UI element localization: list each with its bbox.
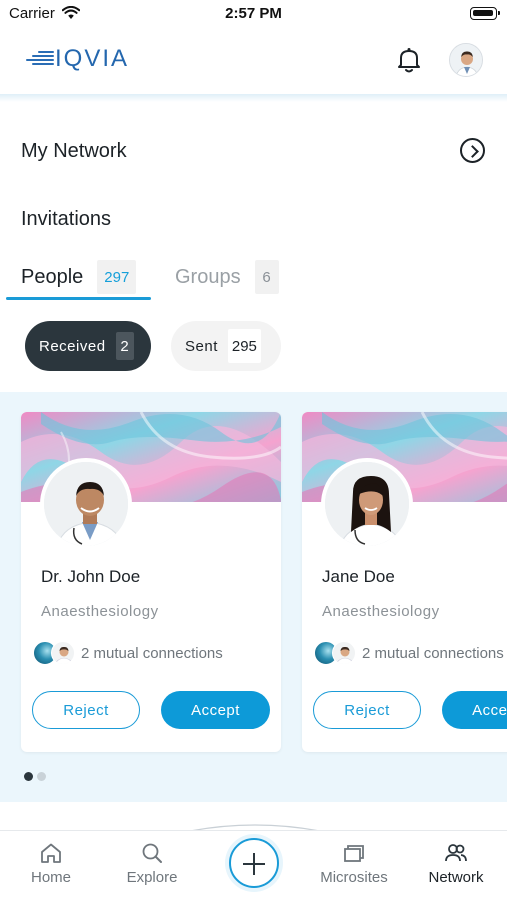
- card-specialty: Anaesthesiology: [41, 603, 159, 620]
- tab-people[interactable]: People 297: [21, 259, 137, 295]
- nav-network[interactable]: Network: [406, 841, 506, 886]
- tab-people-label: People: [21, 265, 84, 288]
- card-name: Dr. John Doe: [41, 567, 141, 586]
- mutual-avatar: [51, 641, 75, 665]
- mutual-connections-text: 2 mutual connections: [81, 644, 223, 662]
- invitation-card[interactable]: Dr. John Doe Anaesthesiology 2 mutual co…: [21, 412, 281, 752]
- battery-icon: [470, 7, 500, 20]
- clock: 2:57 PM: [225, 5, 282, 22]
- my-network-title: My Network: [21, 140, 127, 162]
- accept-button[interactable]: Accept: [442, 691, 507, 729]
- accept-button[interactable]: Accept: [161, 691, 270, 729]
- mutual-connections[interactable]: 2 mutual connections: [314, 640, 504, 666]
- microsites-icon: [344, 845, 364, 862]
- search-icon: [142, 843, 162, 863]
- mutual-connections[interactable]: 2 mutual connections: [33, 640, 223, 666]
- card-specialty: Anaesthesiology: [322, 603, 440, 620]
- nav-explore[interactable]: Explore: [102, 841, 202, 886]
- doctor-portrait-icon: [325, 462, 409, 546]
- filter-received-count: 2: [115, 332, 134, 360]
- filter-sent-count: 295: [227, 329, 261, 363]
- filter-received-label: Received: [39, 337, 106, 355]
- invitation-card[interactable]: Jane Doe Anaesthesiology 2 mutual connec…: [302, 412, 507, 752]
- pager-dot-active[interactable]: [24, 772, 33, 781]
- chevron-right-circle-icon[interactable]: [460, 138, 485, 163]
- doctor-avatar-icon: [336, 646, 354, 664]
- iqvia-logo: IQVIA: [24, 47, 129, 71]
- network-icon: [445, 844, 467, 862]
- filter-sent[interactable]: Sent 295: [171, 321, 281, 371]
- home-icon: [41, 843, 61, 863]
- tab-people-count: 297: [97, 260, 137, 294]
- tab-groups[interactable]: Groups 6: [175, 259, 279, 295]
- logo-text: IQVIA: [55, 45, 130, 72]
- invitation-carousel[interactable]: Dr. John Doe Anaesthesiology 2 mutual co…: [0, 392, 507, 802]
- reject-button[interactable]: Reject: [313, 691, 421, 729]
- filter-sent-label: Sent: [185, 337, 218, 355]
- tab-groups-count: 6: [254, 260, 279, 294]
- card-name: Jane Doe: [322, 567, 395, 586]
- doctor-avatar-icon: [450, 44, 482, 76]
- carousel-pager: [24, 772, 46, 781]
- mutual-avatar: [332, 641, 356, 665]
- reject-button[interactable]: Reject: [32, 691, 140, 729]
- doctor-avatar-icon: [55, 646, 73, 664]
- pager-dot[interactable]: [37, 772, 46, 781]
- nav-network-label: Network: [428, 869, 484, 886]
- logo-lines-icon: [24, 50, 54, 68]
- doctor-portrait-icon: [44, 462, 128, 546]
- active-tab-indicator: [6, 297, 151, 300]
- nav-home[interactable]: Home: [1, 841, 101, 886]
- nav-microsites-label: Microsites: [320, 869, 388, 886]
- tab-groups-label: Groups: [175, 265, 241, 288]
- header-shadow: [0, 94, 507, 102]
- nav-microsites[interactable]: Microsites: [304, 841, 404, 886]
- add-button[interactable]: [229, 838, 279, 888]
- filter-received[interactable]: Received 2: [25, 321, 151, 371]
- mutual-connections-text: 2 mutual connections: [362, 644, 504, 662]
- profile-avatar[interactable]: [449, 43, 483, 77]
- profile-photo: [40, 458, 132, 550]
- notification-bell-icon[interactable]: [396, 46, 422, 74]
- profile-photo: [321, 458, 413, 550]
- app-header: IQVIA: [0, 30, 507, 94]
- nav-explore-label: Explore: [126, 869, 178, 886]
- status-bar: Carrier 2:57 PM: [0, 0, 507, 30]
- invitations-title: Invitations: [21, 208, 112, 230]
- nav-home-label: Home: [30, 869, 71, 886]
